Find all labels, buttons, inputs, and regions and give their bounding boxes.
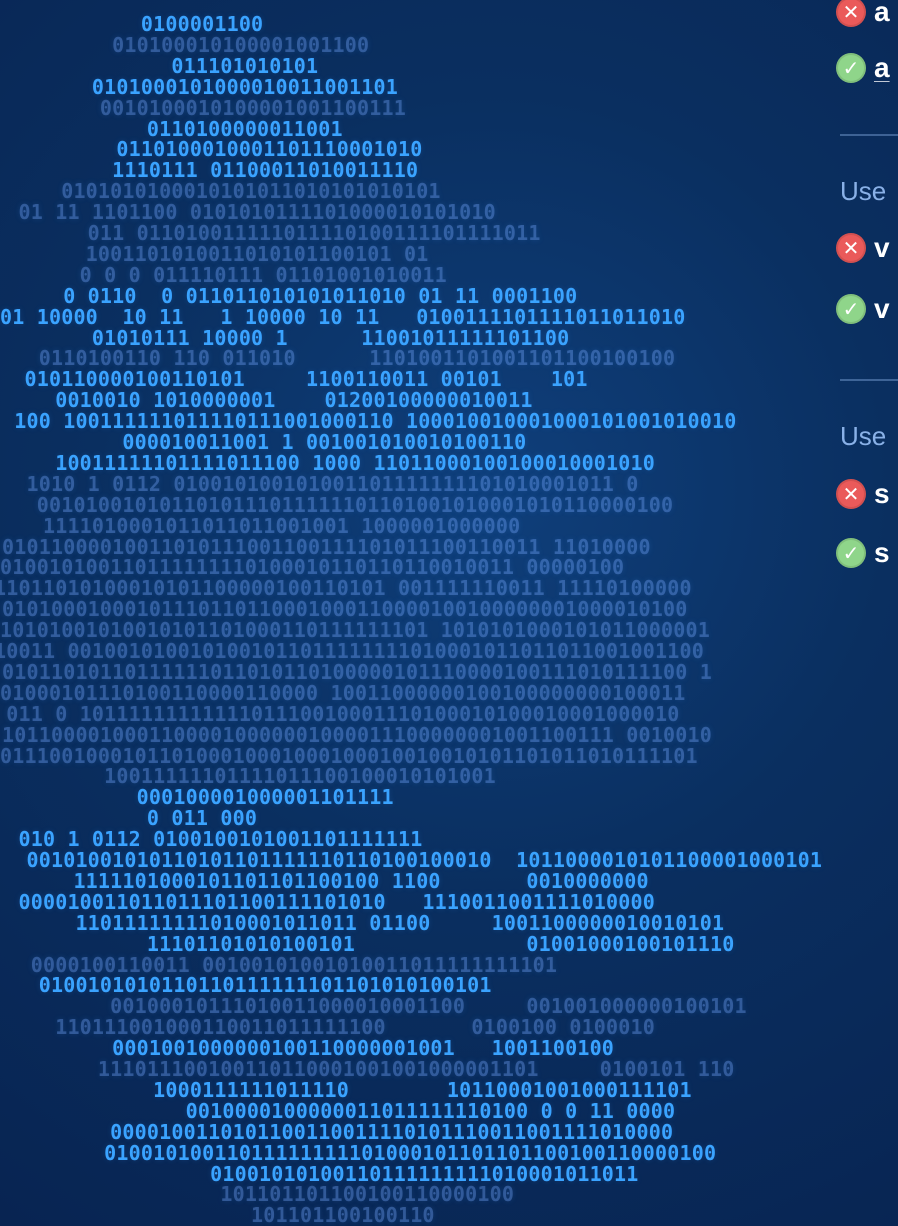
divider-2 — [840, 379, 898, 381]
check-icon: ✓ — [836, 294, 866, 324]
error-icon: ✕ — [836, 479, 866, 509]
binary-line: 10011111101111011100100010101001 — [0, 764, 496, 789]
error-icon: ✕ — [836, 0, 866, 27]
background-canvas: 0100001100 010100010100001001100 0111010… — [0, 0, 898, 1226]
binary-line: 101101101100100110000100 — [0, 1182, 515, 1207]
binary-line: 000010011001 1 001001010010100110 — [0, 430, 527, 454]
rule-row-5: ✕ s — [836, 474, 898, 514]
rule-row-6-text: s — [874, 539, 890, 567]
binary-line: 0101010100010101011010101010101 — [0, 179, 441, 204]
binary-line: 0101100001001101011100110011110101110011… — [2, 534, 651, 559]
binary-line: 1111010001011011011001001 1000001000000 — [0, 513, 521, 538]
binary-line: 0000100110011 00100101001010011011111111… — [0, 952, 558, 977]
rule-row-5-text: s — [874, 480, 890, 508]
rule-row-1-text: a — [874, 0, 890, 26]
binary-line: 11101101010100101 01001000100101110 — [0, 931, 735, 956]
binary-line: 0100101010110110111111101101010100101 — [2, 973, 492, 998]
binary-line: 01010111 10000 1 11001011111101100 — [0, 325, 570, 350]
section-label-2: Use — [840, 421, 887, 451]
rule-row-3-text: v — [874, 234, 890, 262]
binary-line: 000100001000001101111 — [2, 785, 394, 810]
binary-line: 0100001100 — [0, 12, 264, 36]
binary-line: 111011100100110110001001001000001101 010… — [0, 1057, 735, 1081]
binary-line: 10011 0010010100101001011011111111010001… — [0, 639, 704, 663]
divider-1 — [840, 134, 898, 136]
error-icon: ✕ — [836, 233, 866, 263]
binary-line: 0001001000000100110000001001 1001100100 — [2, 1036, 615, 1061]
rule-row-2-text: a — [874, 54, 890, 82]
binary-line: 100 100111111011110111001000110 10001001… — [2, 409, 737, 434]
binary-line: 011101010101 — [0, 53, 319, 78]
binary-line: 01 10000 10 11 1 10000 10 11 01001111011… — [0, 304, 686, 329]
rule-row-3: ✕ v — [836, 228, 898, 268]
binary-line: 0010000100000011011111110100 0 0 11 0000 — [2, 1098, 676, 1123]
binary-line: 101101100100110 — [0, 1203, 435, 1226]
rule-row-2: ✓ a — [836, 48, 898, 88]
binary-line: 0000100110101100110011110101110011001111… — [0, 1119, 674, 1144]
binary-line: 01 11 1101100 0101010111101000010101010 — [0, 200, 496, 225]
binary-line: 1010 1 0112 0100101001010011011111111010… — [2, 471, 639, 496]
binary-line: 0010100101011010111011111101101001010001… — [0, 492, 674, 517]
binary-line: 0111001000101101000100010001000100100101… — [0, 743, 698, 768]
binary-line: 11011111111010001011011 01100 1001100000… — [2, 910, 725, 935]
binary-line: 10011111101111011100 1000 11011000100100… — [0, 450, 656, 475]
binary-line: 1011000010001100001000000100001110000000… — [2, 722, 712, 747]
section-label-1: Use — [840, 176, 887, 206]
binary-line: 0110100010001101110001010 — [0, 137, 423, 162]
rule-row-1: ✕ a — [836, 0, 898, 32]
binary-line: 010110000100110101 1100110011 00101 101 — [0, 367, 588, 392]
binary-line: 01000101110100110000110000 1001100000010… — [0, 680, 686, 705]
rule-row-4-text: v — [874, 295, 890, 323]
binary-line: 0 0 0 011110111 01101001010011 — [0, 262, 447, 287]
binary-line: 011 0 1011111111111101110010001110100010… — [0, 701, 680, 726]
binary-line: 1001101010011010101100101 01 — [0, 241, 429, 266]
right-panel: ✕ a ✓ a Use ✕ v ✓ v Use ✕ s ✓ s — [836, 0, 898, 1226]
binary-line: 11011010100010101100000100110101 0011111… — [0, 576, 692, 601]
binary-line: 0010100010100001001100111 — [2, 95, 406, 120]
binary-line: 1110111 01100011010011110 — [2, 158, 419, 183]
binary-line: 00100010111010011000010001100 0010010000… — [0, 994, 747, 1019]
rule-row-4: ✓ v — [836, 289, 898, 329]
binary-line: 0100101001101111111110100010110110110010… — [0, 1140, 717, 1165]
check-icon: ✓ — [836, 538, 866, 568]
binary-line: 011 011010011111011110100111101111011 — [2, 221, 541, 245]
binary-art: 0100001100 010100010100001001100 0111010… — [0, 0, 898, 1226]
binary-line: 01001010100110111111111010001011011 — [2, 1161, 639, 1186]
binary-line: 010100010100001001100 — [2, 32, 370, 57]
binary-line: 0010010 1010000001 01200100000010011 — [0, 388, 533, 413]
binary-line: 0101101011011111101101011010000010111000… — [2, 659, 712, 684]
binary-line: 000010011011011101100111101010 111001100… — [0, 889, 656, 914]
binary-line: 0101000100010111011011000100011000010010… — [2, 597, 688, 622]
binary-line: 1000111111011110 10110001001000111101 — [0, 1077, 692, 1102]
check-icon: ✓ — [836, 53, 866, 83]
binary-line: 00101001010110101101111110110100100010 1… — [2, 848, 823, 872]
binary-line: 1111101000101101101100100 1100 001000000… — [0, 868, 649, 893]
binary-line: 0110100000011001 — [0, 116, 343, 141]
binary-line: 0 0110 0 011011010101011010 01 11 000110… — [2, 283, 578, 308]
binary-line: 0101000101000010011001101 — [0, 74, 398, 99]
binary-line: 0 011 000 — [0, 806, 258, 831]
binary-line: 0110100110 110 011010 110100110100110110… — [2, 346, 676, 371]
binary-line: 10101001010010101101000110111111101 1010… — [0, 618, 710, 643]
binary-line: 0100101001101111111101000101101101100100… — [0, 555, 625, 580]
rule-row-6: ✓ s — [836, 533, 898, 573]
binary-line: 010 1 0112 0100100101001101111111 — [0, 827, 423, 852]
binary-line: 110111001000110011011111100 0100100 0100… — [0, 1015, 656, 1040]
